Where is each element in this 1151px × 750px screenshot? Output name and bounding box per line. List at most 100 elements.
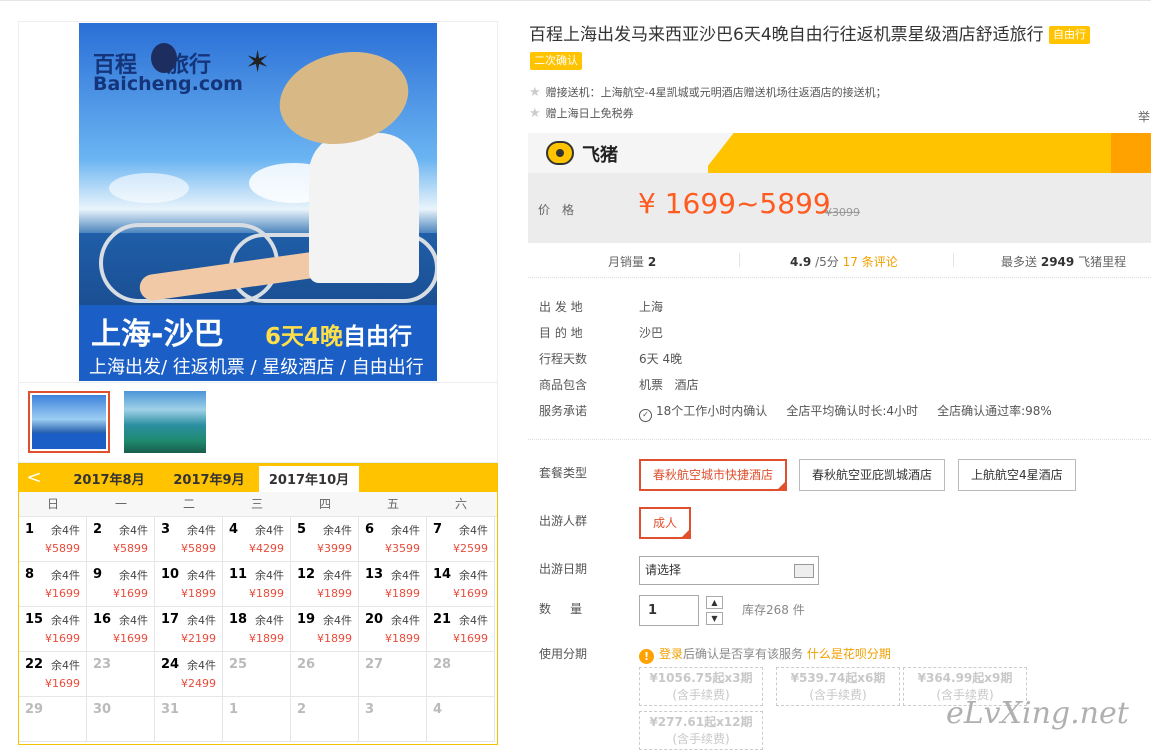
calendar-day-cell[interactable]: 16 余4件 ¥1699 <box>87 607 155 652</box>
warning-icon: ! <box>639 649 654 664</box>
installment-option-6[interactable]: ¥539.74起x6期 (含手续费) <box>776 667 900 706</box>
calendar-day-cell[interactable]: 6 余4件 ¥3599 <box>359 517 427 562</box>
calendar-day-cell: 31 <box>155 697 223 742</box>
day-price: ¥2499 <box>181 677 216 690</box>
calendar-day-cell[interactable]: 19 余4件 ¥1899 <box>291 607 359 652</box>
day-price: ¥2199 <box>181 632 216 645</box>
day-price: ¥1699 <box>453 587 488 600</box>
calendar-day-cell[interactable]: 12 余4件 ¥1899 <box>291 562 359 607</box>
package-option-3[interactable]: 上航航空4星酒店 <box>958 459 1076 491</box>
day-number: 23 <box>93 657 112 672</box>
calendar-icon[interactable] <box>794 564 814 578</box>
package-option-1[interactable]: 春秋航空城市快捷酒店 <box>639 459 788 491</box>
weekday-label: 四 <box>318 497 331 511</box>
info-value: 6天 4晚 <box>639 352 683 366</box>
product-title: 百程上海出发马来西亚沙巴6天4晚自由行往返机票星级酒店舒适旅行 自由行 <box>529 22 1139 48</box>
info-label: 商品包含 <box>539 378 588 392</box>
day-stock: 余4件 <box>187 569 216 582</box>
calendar-day-cell[interactable]: 20 余4件 ¥1899 <box>359 607 427 652</box>
calendar-day-cell[interactable]: 7 余4件 ¥2599 <box>427 517 495 562</box>
day-number: 16 <box>93 612 112 627</box>
quantity-label: 数 量 <box>539 602 583 616</box>
day-stock: 余4件 <box>51 524 80 537</box>
calendar-day-cell[interactable]: 4 余4件 ¥4299 <box>223 517 291 562</box>
login-link[interactable]: 登录 <box>659 647 683 661</box>
price-range: ¥ 1699~5899 <box>638 187 831 220</box>
weekday-label: 三 <box>250 497 263 511</box>
calendar-day-cell[interactable]: 11 余4件 ¥1899 <box>223 562 291 607</box>
day-number: 2 <box>93 522 103 537</box>
installment-option-12[interactable]: ¥277.61起x12期 (含手续费) <box>639 711 763 750</box>
month-tab-aug[interactable]: 2017年8月 <box>59 464 159 492</box>
day-price: ¥1899 <box>317 587 352 600</box>
fliggy-brand-bar: 飞猪 <box>528 133 1151 173</box>
monthly-sales: 月销量 2 <box>608 255 657 269</box>
installment-option-3[interactable]: ¥1056.75起x3期 (含手续费) <box>639 667 763 706</box>
day-number: 21 <box>433 612 452 627</box>
calendar-day-cell[interactable]: 14 余4件 ¥1699 <box>427 562 495 607</box>
service-promise: ✓ 18个工作小时内确认 全店平均确认时长:4小时 全店确认通过率:98% <box>639 402 1052 422</box>
day-stock: 余4件 <box>255 524 284 537</box>
price-box: 价格 ¥ 1699~5899 ¥3099 <box>528 173 1151 243</box>
calendar-day-cell[interactable]: 10 余4件 ¥1899 <box>155 562 223 607</box>
calendar-day-cell[interactable]: 3 余4件 ¥5899 <box>155 517 223 562</box>
day-price: ¥5899 <box>45 542 80 555</box>
day-stock: 余4件 <box>323 524 352 537</box>
info-label: 服务承诺 <box>539 404 588 418</box>
calendar-day-cell[interactable]: 1 余4件 ¥5899 <box>19 517 87 562</box>
calendar-day-cell[interactable]: 18 余4件 ¥1899 <box>223 607 291 652</box>
sales-stats: 月销量 2 4.9 /5分 17 条评论 最多送 2949 飞猪里程 <box>528 243 1151 278</box>
day-number: 18 <box>229 612 248 627</box>
thumbnail-1[interactable] <box>28 391 110 453</box>
day-number: 10 <box>161 567 180 582</box>
day-price: ¥1699 <box>113 632 148 645</box>
day-stock: 余4件 <box>119 524 148 537</box>
crowd-option-adult[interactable]: 成人 <box>639 507 692 539</box>
day-number: 12 <box>297 567 316 582</box>
travel-date-input[interactable]: 请选择 <box>639 556 819 585</box>
day-price: ¥1699 <box>453 632 488 645</box>
calendar-day-cell[interactable]: 13 余4件 ¥1899 <box>359 562 427 607</box>
day-stock: 余4件 <box>323 614 352 627</box>
prev-month-button[interactable]: < <box>19 464 49 492</box>
day-stock: 余4件 <box>187 659 216 672</box>
weekday-label: 二 <box>182 497 195 511</box>
day-number: 4 <box>433 702 443 717</box>
day-number: 6 <box>365 522 375 537</box>
day-price: ¥1699 <box>113 587 148 600</box>
day-stock: 余4件 <box>459 614 488 627</box>
report-link[interactable]: 举 <box>1138 108 1150 125</box>
calendar-day-cell[interactable]: 9 余4件 ¥1699 <box>87 562 155 607</box>
day-number: 24 <box>161 657 180 672</box>
day-number: 27 <box>365 657 384 672</box>
quantity-increase-button[interactable]: ▲ <box>706 596 723 609</box>
day-price: ¥1899 <box>385 587 420 600</box>
thumbnail-2[interactable] <box>124 391 206 453</box>
calendar-day-cell[interactable]: 5 余4件 ¥3999 <box>291 517 359 562</box>
month-tab-oct[interactable]: 2017年10月 <box>259 466 359 492</box>
info-label: 出 发 地 <box>539 300 583 314</box>
month-tab-sep[interactable]: 2017年9月 <box>159 464 259 492</box>
package-option-2[interactable]: 春秋航空亚庇凯城酒店 <box>799 459 946 491</box>
calendar-day-cell[interactable]: 2 余4件 ¥5899 <box>87 517 155 562</box>
day-number: 29 <box>25 702 44 717</box>
calendar-day-cell[interactable]: 15 余4件 ¥1699 <box>19 607 87 652</box>
quantity-decrease-button[interactable]: ▼ <box>706 612 723 625</box>
calendar-day-cell: 28 <box>427 652 495 697</box>
day-stock: 余4件 <box>255 614 284 627</box>
day-price: ¥3999 <box>317 542 352 555</box>
calendar-day-cell[interactable]: 8 余4件 ¥1699 <box>19 562 87 607</box>
calendar-day-cell[interactable]: 22 余4件 ¥1699 <box>19 652 87 697</box>
day-number: 1 <box>229 702 239 717</box>
calendar-day-cell[interactable]: 24 余4件 ¥2499 <box>155 652 223 697</box>
check-icon: ✓ <box>639 409 652 422</box>
quantity-input[interactable]: 1 <box>639 595 699 626</box>
huabei-help-link[interactable]: 什么是花呗分期 <box>807 647 891 661</box>
day-number: 5 <box>297 522 307 537</box>
day-number: 17 <box>161 612 180 627</box>
thumbnail-strip <box>18 383 498 463</box>
calendar-day-cell[interactable]: 17 余4件 ¥2199 <box>155 607 223 652</box>
reviews-link[interactable]: 17 条评论 <box>843 255 898 269</box>
day-stock: 余4件 <box>51 614 80 627</box>
calendar-day-cell[interactable]: 21 余4件 ¥1699 <box>427 607 495 652</box>
